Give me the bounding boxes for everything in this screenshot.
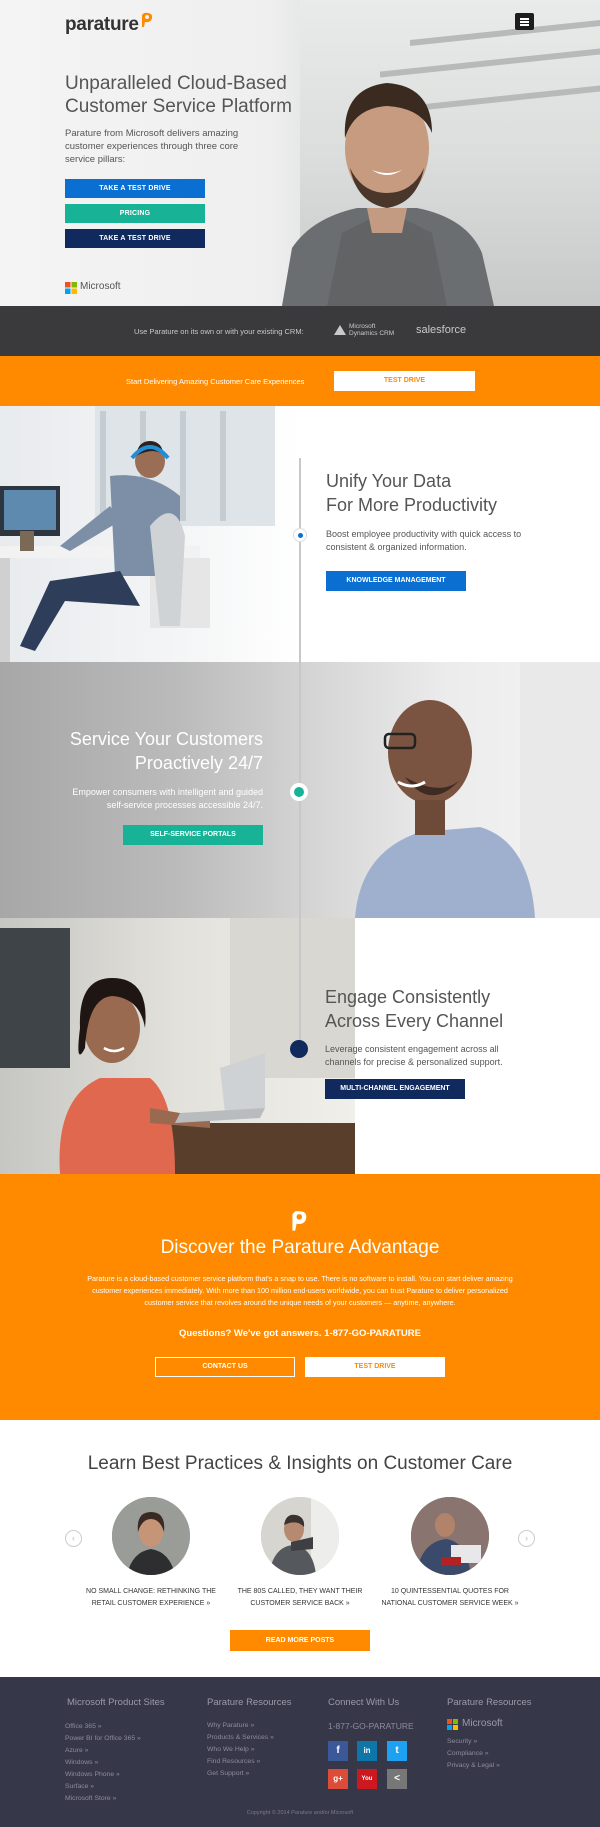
copyright: Copyright © 2014 Parature and/or Microso… (246, 1810, 354, 1816)
multi-channel-engagement-button[interactable]: MULTI-CHANNEL ENGAGEMENT (325, 1079, 465, 1099)
section-3-description: Leverage consistent engagement across al… (325, 1044, 503, 1067)
post-thumbnail[interactable] (411, 1497, 489, 1575)
learn-title: Learn Best Practices & Insights on Custo… (87, 1453, 513, 1474)
contact-us-button[interactable]: CONTACT US (155, 1357, 295, 1377)
menu-icon[interactable] (515, 13, 534, 30)
footer-link[interactable]: Get Support » (207, 1770, 249, 1777)
self-service-portals-button[interactable]: SELF-SERVICE PORTALS (123, 825, 263, 845)
footer-link[interactable]: Microsoft Store » (65, 1795, 116, 1802)
crm-text: Use Parature on its own or with your exi… (134, 327, 304, 336)
discover-body: Parature is a cloud-based customer servi… (87, 1274, 513, 1307)
microsoft-logo-icon (65, 282, 77, 294)
section-1-title-line2: For More Productivity (326, 495, 498, 515)
post-thumbnail[interactable] (112, 1497, 190, 1575)
footer-microsoft-brand[interactable]: Microsoft (462, 1718, 503, 1729)
hero-title: Unparalleled Cloud-Based Customer Servic… (65, 73, 293, 117)
section-2-title-line2: Proactively 24/7 (134, 753, 263, 773)
post-thumbnail[interactable] (261, 1497, 339, 1575)
hero-subtitle: Parature from Microsoft delivers amazing… (65, 128, 239, 165)
timeline-dot-1 (293, 528, 307, 542)
pricing-button[interactable]: PRICING (65, 204, 205, 223)
post-title[interactable]: 10 QUINTESSENTIAL QUOTES FOR NATIONAL CUS… (375, 1586, 525, 1610)
footer-link[interactable]: Security » (447, 1738, 477, 1745)
promo-test-drive-button[interactable]: TEST DRIVE (334, 371, 475, 391)
page: parature Unparalleled Cloud-Based Custom… (0, 0, 600, 1827)
promo-text: Start Delivering Amazing Customer Care E… (126, 377, 305, 386)
footer-link[interactable]: Products & Services » (207, 1734, 274, 1741)
microsoft-wordmark: Microsoft (80, 281, 121, 292)
section-3-title-line2: Across Every Channel (325, 1011, 504, 1031)
linkedin-icon[interactable]: in (357, 1741, 377, 1761)
read-more-posts-button[interactable]: READ MORE POSTS (230, 1630, 370, 1651)
post-title[interactable]: NO SMALL CHANGE: RETHINKING THE RETAIL CU… (76, 1586, 226, 1610)
footer-link[interactable]: Why Parature » (207, 1722, 254, 1729)
test-drive-button-secondary[interactable]: TAKE A TEST DRIVE (65, 229, 205, 248)
footer-heading-connect: Connect With Us (328, 1697, 400, 1708)
carousel-prev-icon[interactable]: ‹ (65, 1530, 82, 1547)
footer-heading-resources: Parature Resources (447, 1697, 532, 1708)
section-2-title-line1: Service Your Customers (69, 729, 263, 749)
test-drive-button[interactable]: TAKE A TEST DRIVE (65, 179, 205, 198)
timeline-dot-3 (290, 1040, 308, 1058)
facebook-icon[interactable]: f (328, 1741, 348, 1761)
discover-test-drive-button[interactable]: TEST DRIVE (305, 1357, 445, 1377)
footer-link[interactable]: Who We Help » (207, 1746, 254, 1753)
google-plus-icon[interactable]: g+ (328, 1769, 348, 1789)
knowledge-management-button[interactable]: KNOWLEDGE MANAGEMENT (326, 571, 466, 591)
parature-logo-icon (142, 12, 153, 27)
footer-link[interactable]: Windows Phone » (65, 1771, 120, 1778)
discover-question: Questions? We've got answers. 1-877-GO-P… (179, 1328, 421, 1339)
footer-heading-product-sites: Microsoft Product Sites (67, 1697, 165, 1708)
section-1-description: Boost employee productivity with quick a… (326, 529, 522, 552)
dynamics-crm-logo: Microsoft Dynamics CRM (349, 323, 395, 337)
footer-link[interactable]: Windows » (65, 1759, 98, 1766)
parature-logo-icon (292, 1211, 307, 1231)
footer-link[interactable]: Find Resources » (207, 1758, 260, 1765)
footer-link[interactable]: Office 365 » (65, 1723, 102, 1730)
footer-link[interactable]: Azure » (65, 1747, 88, 1754)
footer-link[interactable]: Compliance » (447, 1750, 489, 1757)
footer-phone[interactable]: 1-877-GO-PARATURE (328, 1721, 414, 1731)
section-3-title-line1: Engage Consistently (325, 987, 491, 1007)
twitter-icon[interactable]: t (387, 1741, 407, 1761)
footer-heading-parature-resources: Parature Resources (207, 1697, 292, 1708)
youtube-icon[interactable]: You (357, 1769, 377, 1789)
discover-title: Discover the Parature Advantage (160, 1237, 440, 1258)
timeline-dot-2 (290, 783, 308, 801)
post-title[interactable]: THE 80S CALLED, THEY WANT THEIR CUSTOMER … (225, 1586, 375, 1610)
footer-link[interactable]: Surface » (65, 1783, 94, 1790)
section-productivity-image (0, 406, 300, 662)
microsoft-logo-icon (447, 1719, 458, 1730)
footer-link[interactable]: Privacy & Legal » (447, 1762, 500, 1769)
section-1-title-line1: Unify Your Data (326, 471, 452, 491)
footer-link[interactable]: Power BI for Office 365 » (65, 1735, 141, 1742)
section-2-description: Empower consumers with intelligent and g… (72, 787, 263, 810)
share-icon[interactable]: < (387, 1769, 407, 1789)
salesforce-logo: salesforce (416, 324, 467, 336)
dynamics-logo-icon (334, 325, 346, 335)
timeline-line (299, 458, 301, 1048)
brand-logo[interactable]: parature (65, 14, 139, 36)
carousel-next-icon[interactable]: › (518, 1530, 535, 1547)
